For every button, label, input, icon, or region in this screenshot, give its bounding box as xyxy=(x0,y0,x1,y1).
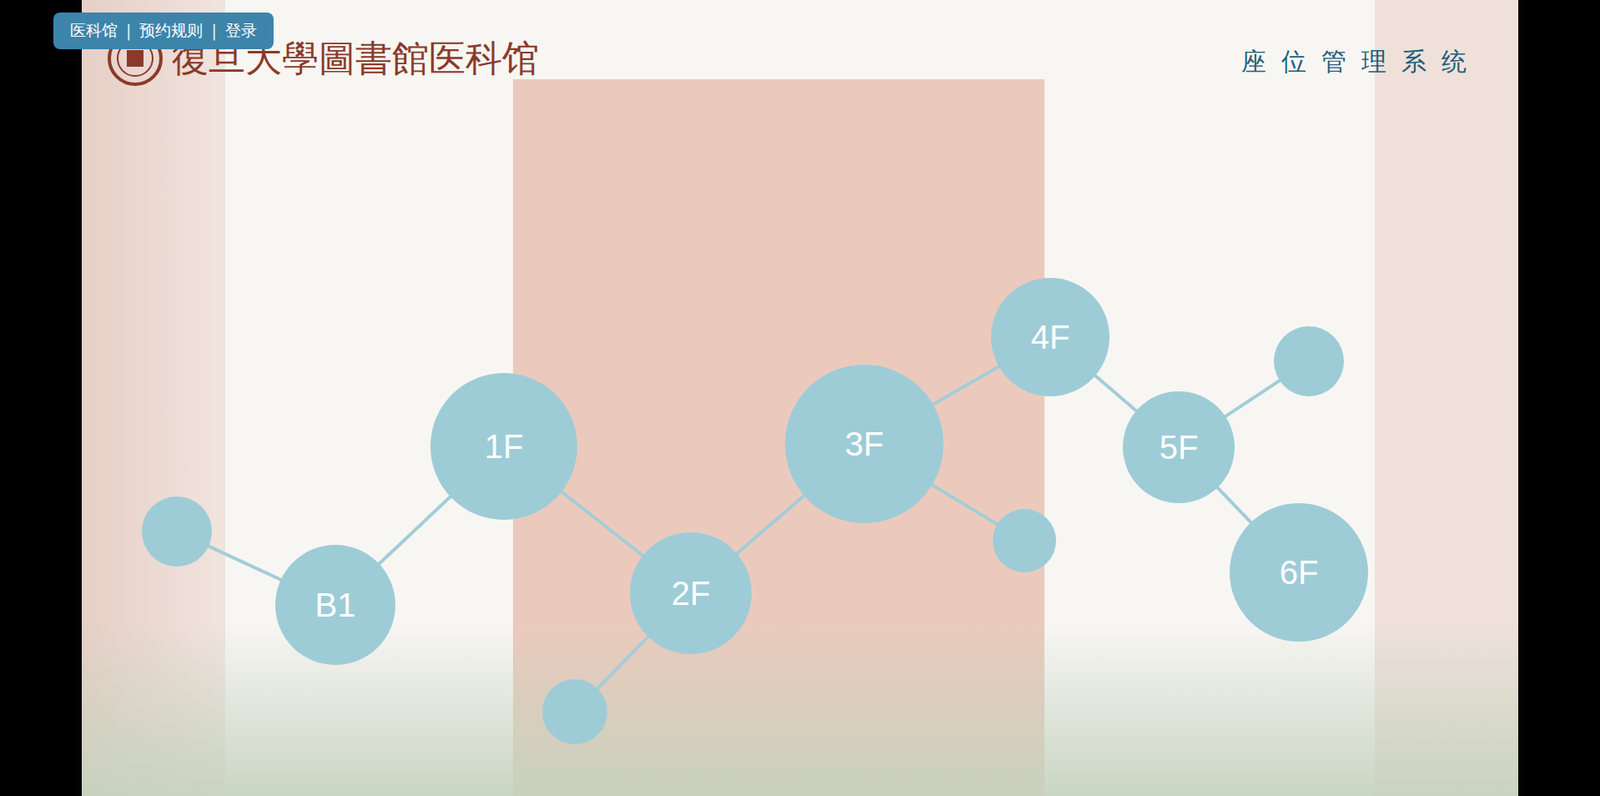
floor-label[interactable]: 2F xyxy=(671,574,711,613)
floor-label[interactable]: 3F xyxy=(845,425,885,463)
decor-bubble xyxy=(992,508,1057,573)
floor-label[interactable]: B1 xyxy=(315,586,357,624)
header: 復旦大學圖書館医科馆座位管理系统 xyxy=(81,0,1519,87)
floor-bubble[interactable]: 1F xyxy=(430,372,578,520)
floor-bubble[interactable]: 3F xyxy=(784,364,944,524)
decor-bubble xyxy=(542,679,608,745)
page: 復旦大學圖書館医科馆座位管理系统 B1 1F 2F 3F 4F 5F 6F 医科馆 | 预约规则 | 登… xyxy=(0,0,1600,796)
floor-label[interactable]: 5F xyxy=(1159,428,1199,467)
floor-label[interactable]: 6F xyxy=(1279,553,1319,592)
floor-bubble[interactable]: 2F xyxy=(629,532,752,655)
decor-bubble xyxy=(1273,326,1344,397)
nav-item[interactable]: 预约规则 xyxy=(139,20,203,42)
nav-item[interactable]: 医科馆 xyxy=(70,20,118,42)
floor-bubble[interactable]: 4F xyxy=(991,277,1110,397)
floor-label[interactable]: 4F xyxy=(1031,318,1071,357)
floor-bubble[interactable]: 5F xyxy=(1122,391,1235,504)
floor-bubble[interactable]: 6F xyxy=(1229,503,1369,642)
nav-separator: | xyxy=(211,21,217,41)
nav-separator: | xyxy=(125,21,131,41)
left-margin xyxy=(0,0,82,796)
floor-label[interactable]: 1F xyxy=(484,427,524,466)
nav-item[interactable]: 登录 xyxy=(225,20,257,42)
top-nav: 医科馆 | 预约规则 | 登录 xyxy=(53,12,274,50)
right-margin xyxy=(1518,0,1600,796)
system-title: 座位管理系统 xyxy=(1241,38,1482,80)
decor-bubble xyxy=(141,496,212,567)
floor-bubble[interactable]: B1 xyxy=(275,544,396,665)
